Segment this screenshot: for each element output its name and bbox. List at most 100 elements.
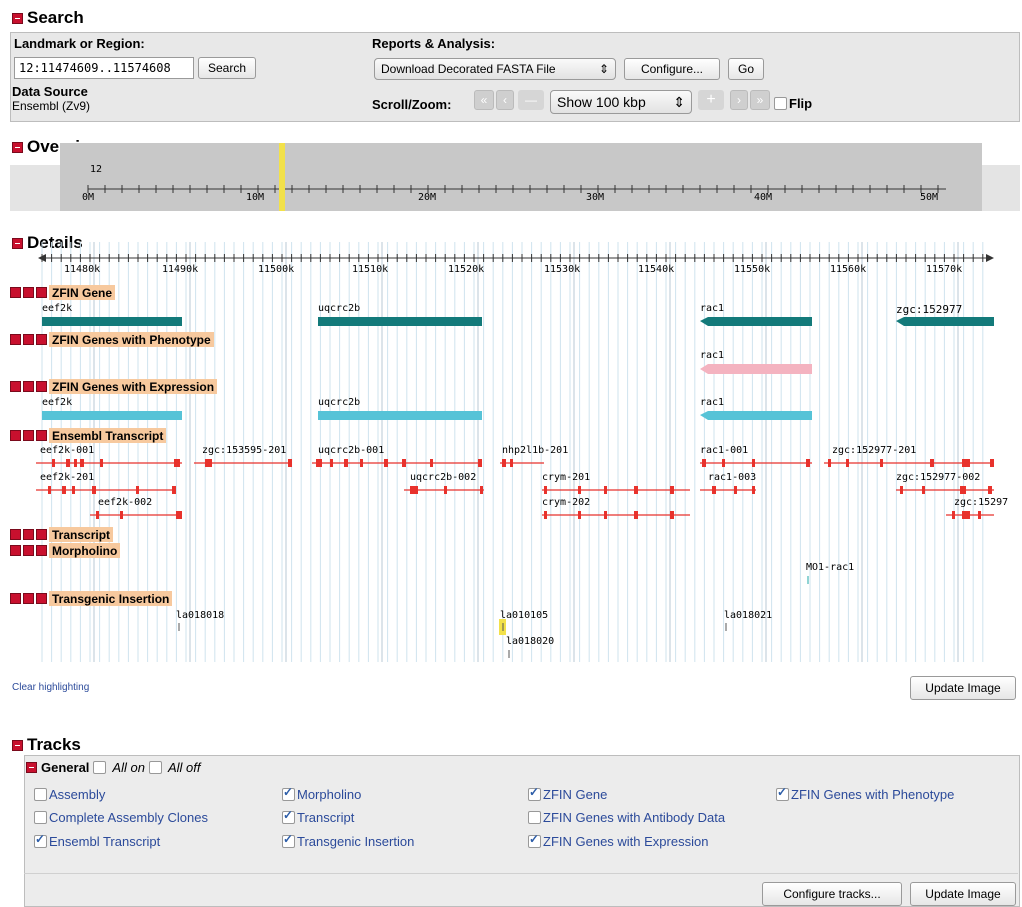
gene-label[interactable]: uqcrc2b [318, 303, 360, 314]
close-icon[interactable] [10, 545, 21, 556]
scroll-right-icon[interactable]: › [730, 90, 748, 110]
expression-glyph[interactable] [700, 411, 812, 420]
update-image-button[interactable]: Update Image [910, 882, 1016, 906]
track-transcript[interactable]: Transcript [10, 527, 117, 542]
track-option-clones[interactable]: Complete Assembly Clones [34, 810, 208, 825]
share-icon[interactable] [23, 381, 34, 392]
morpholino-label[interactable]: MO1-rac1 [806, 562, 854, 573]
track-zfin-expr[interactable]: ZFIN Genes with Expression [10, 379, 221, 394]
transcript-label[interactable]: eef2k-001 [40, 445, 94, 456]
share-icon[interactable] [23, 334, 34, 345]
gene-glyph[interactable] [42, 317, 182, 326]
transcript-label[interactable]: eef2k-002 [98, 497, 152, 508]
help-icon[interactable] [36, 593, 47, 604]
track-option-zfin-pheno[interactable]: ZFIN Genes with Phenotype [776, 785, 954, 802]
close-icon[interactable] [10, 593, 21, 604]
transcript-label[interactable]: eef2k-201 [40, 472, 94, 483]
reports-select[interactable]: Download Decorated FASTA File ⇕ [374, 58, 616, 80]
share-icon[interactable] [23, 287, 34, 298]
checkbox[interactable] [528, 811, 541, 824]
gene-label[interactable]: zgc:152977 [896, 303, 962, 316]
zoom-select[interactable]: Show 100 kbp ⇕ [550, 90, 692, 114]
share-icon[interactable] [23, 529, 34, 540]
expression-glyph[interactable] [318, 411, 482, 420]
transcript-label[interactable]: rac1-003 [708, 472, 756, 483]
all-off-checkbox[interactable] [148, 761, 162, 774]
checkbox[interactable] [282, 832, 295, 848]
phenotype-glyph[interactable] [700, 364, 812, 374]
flip-checkbox[interactable] [774, 97, 787, 110]
gene-label[interactable]: uqcrc2b [318, 397, 360, 408]
insertion-label[interactable]: la018018 [176, 610, 224, 621]
landmark-input[interactable]: 12:11474609..11574608 [14, 57, 194, 79]
checkbox[interactable] [528, 832, 541, 848]
help-icon[interactable] [36, 545, 47, 556]
overview-panel[interactable] [10, 143, 1020, 213]
close-icon[interactable] [10, 529, 21, 540]
checkbox[interactable] [34, 832, 47, 848]
share-icon[interactable] [23, 593, 34, 604]
help-icon[interactable] [36, 381, 47, 392]
expression-glyph[interactable] [42, 411, 182, 420]
configure-button[interactable]: Configure... [624, 58, 720, 80]
gene-glyph[interactable] [896, 317, 994, 326]
checkbox[interactable] [34, 811, 47, 824]
insertion-label[interactable]: la018020 [506, 636, 554, 647]
track-option-transgenic[interactable]: Transgenic Insertion [282, 832, 414, 849]
transcript-label[interactable]: crym-202 [542, 497, 590, 508]
insertion-label[interactable]: la018021 [724, 610, 772, 621]
checkbox[interactable] [282, 785, 295, 801]
update-image-button[interactable]: Update Image [910, 676, 1016, 700]
insertion-label[interactable]: la010105 [500, 610, 548, 621]
gene-label[interactable]: eef2k [42, 397, 72, 408]
transcript-label[interactable]: rac1-001 [700, 445, 748, 456]
checkbox[interactable] [528, 785, 541, 801]
clear-highlighting-link[interactable]: Clear highlighting [12, 682, 89, 693]
track-zfin-pheno[interactable]: ZFIN Genes with Phenotype [10, 332, 218, 347]
checkbox[interactable] [34, 788, 47, 801]
all-on-checkbox[interactable] [93, 761, 107, 774]
transcript-label[interactable]: nhp2l1b-201 [502, 445, 568, 456]
search-button[interactable]: Search [198, 57, 256, 79]
scroll-far-right-icon[interactable]: » [750, 90, 770, 110]
transcript-label[interactable]: zgc:153595-201 [202, 445, 286, 456]
track-transgenic[interactable]: Transgenic Insertion [10, 591, 176, 606]
transcript-label[interactable]: zgc:152977-201 [832, 445, 916, 456]
collapse-icon[interactable] [26, 762, 37, 773]
transcript-label[interactable]: crym-201 [542, 472, 590, 483]
track-option-assembly[interactable]: Assembly [34, 787, 105, 802]
track-option-ensembl[interactable]: Ensembl Transcript [34, 832, 160, 849]
close-icon[interactable] [10, 287, 21, 298]
share-icon[interactable] [23, 430, 34, 441]
overview-highlight-marker[interactable] [279, 143, 285, 211]
gene-label[interactable]: rac1 [700, 397, 724, 408]
gene-label[interactable]: rac1 [700, 303, 724, 314]
go-button[interactable]: Go [728, 58, 764, 80]
track-option-zfin-expr[interactable]: ZFIN Genes with Expression [528, 832, 708, 849]
zoom-in-icon[interactable]: + [698, 90, 724, 110]
share-icon[interactable] [23, 545, 34, 556]
transcript-label[interactable]: uqcrc2b-001 [318, 445, 384, 456]
close-icon[interactable] [10, 334, 21, 345]
track-option-morpholino[interactable]: Morpholino [282, 785, 361, 802]
collapse-icon[interactable] [12, 12, 23, 24]
track-ensembl[interactable]: Ensembl Transcript [10, 428, 170, 443]
track-option-zfin-antibody[interactable]: ZFIN Genes with Antibody Data [528, 810, 725, 825]
track-option-zfin-gene[interactable]: ZFIN Gene [528, 785, 607, 802]
gene-label[interactable]: rac1 [700, 350, 724, 361]
close-icon[interactable] [10, 430, 21, 441]
gene-glyph[interactable] [318, 317, 482, 326]
gene-label[interactable]: eef2k [42, 303, 72, 314]
help-icon[interactable] [36, 287, 47, 298]
collapse-icon[interactable] [12, 739, 23, 751]
flip-toggle[interactable]: Flip [774, 96, 812, 111]
track-option-transcript[interactable]: Transcript [282, 808, 354, 825]
transcript-label[interactable]: zgc:15297 [954, 497, 1008, 508]
scroll-left-icon[interactable]: ‹ [496, 90, 514, 110]
configure-tracks-button[interactable]: Configure tracks... [762, 882, 902, 906]
help-icon[interactable] [36, 529, 47, 540]
tracks-header[interactable]: Tracks [12, 735, 81, 755]
track-morpholino[interactable]: Morpholino [10, 543, 124, 558]
close-icon[interactable] [10, 381, 21, 392]
scroll-far-left-icon[interactable]: « [474, 90, 494, 110]
